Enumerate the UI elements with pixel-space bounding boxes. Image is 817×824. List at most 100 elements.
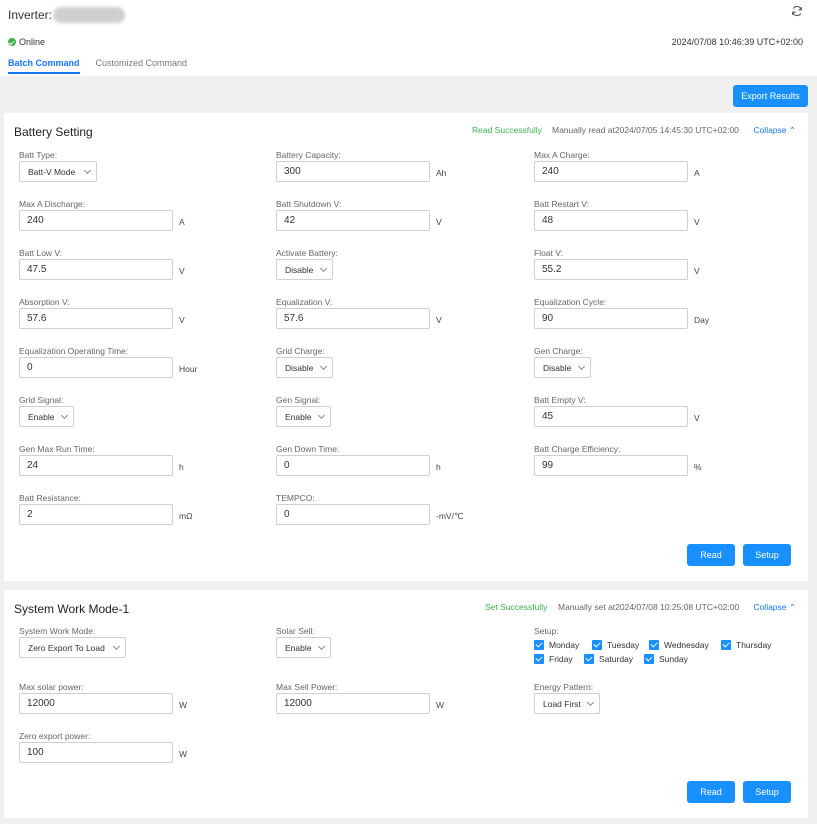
batt-shutdown-v-input[interactable]: 42 [276,210,430,231]
system-work-mode-field: System Work Mode: Zero Export To Load [19,626,126,658]
max-a-charge-input[interactable]: 240 [534,161,688,182]
collapse-label: Collapse [753,602,787,612]
set-status: Set Successfully [485,602,548,612]
checkbox-checked-icon [534,654,544,664]
field-label: Zero export power: [19,731,91,741]
max-solar-power-field: Max solar power: 12000 W [19,682,187,714]
select-value: Zero Export To Load [28,642,105,653]
day-checkbox-wednesday[interactable]: Wednesday [649,640,709,650]
batt-resistance-input[interactable]: 2 [19,504,173,525]
solar-sell-select[interactable]: Enable [276,637,331,658]
float-v-field: Float V: 55.2 V [534,248,700,280]
batt-charge-efficiency-input[interactable]: 99 [534,455,688,476]
chevron-up-icon: ⌃ [786,125,796,135]
batt-low-v-field: Batt Low V: 47.5 V [19,248,185,280]
field-label: Grid Charge: [276,346,325,356]
field-label: Max solar power: [19,682,84,692]
chevron-down-icon [83,166,92,175]
unit-label: % [694,462,702,472]
unit-label: h [436,462,441,472]
refresh-icon[interactable] [791,5,803,17]
battery-setting-card: Battery Setting Read Successfully Manual… [4,113,808,581]
day-checkbox-saturday[interactable]: Saturday [584,654,633,664]
absorption-v-input[interactable]: 57.6 [19,308,173,329]
batt-low-v-input[interactable]: 47.5 [19,259,173,280]
field-label: Batt Restart V: [534,199,589,209]
battery-capacity-field: Battery Capacity: 300 Ah [276,150,446,182]
day-checkbox-friday[interactable]: Friday [534,654,573,664]
max-sell-power-input[interactable]: 12000 [276,693,430,714]
unit-label: W [436,700,445,710]
max-sell-power-field: Max Sell Power: 12000 W [276,682,444,714]
export-results-button[interactable]: Export Results [733,85,808,107]
gen-down-time-input[interactable]: 0 [276,455,430,476]
online-status-text: Online [19,37,46,47]
equalization-cycle-input[interactable]: 90 [534,308,688,329]
field-label: Setup: [534,626,559,636]
collapse-button[interactable]: Collapse ⌃ [753,602,796,613]
grid-charge-select[interactable]: Disable [276,357,333,378]
field-label: Max A Charge: [534,150,590,160]
checkbox-checked-icon [584,654,594,664]
redacted-serial [53,7,126,23]
batt-empty-v-field: Batt Empty V: 45 V [534,395,700,427]
max-a-discharge-input[interactable]: 240 [19,210,173,231]
system-work-mode-select[interactable]: Zero Export To Load [19,637,126,658]
gen-down-time-field: Gen Down Time: 0 h [276,444,441,476]
field-label: System Work Mode: [19,626,96,636]
checkbox-checked-icon [644,654,654,664]
chevron-down-icon [319,264,328,273]
day-checkbox-sunday[interactable]: Sunday [644,654,688,664]
battery-capacity-input[interactable]: 300 [276,161,430,182]
field-label: Equalization Cycle: [534,297,607,307]
online-check-icon [8,38,16,46]
manual-read-time: Manually read at2024/07/05 14:45:30 UTC+… [552,125,739,135]
activate-battery-select[interactable]: Disable [276,259,333,280]
read-button[interactable]: Read [687,781,735,803]
gen-signal-select[interactable]: Enable [276,406,331,427]
read-status: Read Successfully [472,125,542,135]
activate-battery-field: Activate Battery: Disable [276,248,338,280]
field-label: Batt Type: [19,150,58,160]
chevron-down-icon [112,642,121,651]
max-a-discharge-field: Max A Discharge: 240 A [19,199,185,231]
tab-customized-command[interactable]: Customized Command [96,58,188,74]
energy-pattern-select[interactable]: Load First [534,693,600,714]
unit-label: W [179,749,188,759]
collapse-button[interactable]: Collapse ⌃ [753,125,796,136]
tempco-input[interactable]: 0 [276,504,430,525]
select-value: Enable [285,411,312,422]
field-label: Absorption V: [19,297,70,307]
tab-batch-command[interactable]: Batch Command [8,58,80,74]
day-checkbox-thursday[interactable]: Thursday [721,640,771,650]
day-checkbox-tuesday[interactable]: Tuesday [592,640,639,650]
float-v-input[interactable]: 55.2 [534,259,688,280]
unit-label: V [694,266,700,276]
select-value: Batt-V Mode [28,166,76,177]
eq-operating-time-input[interactable]: 0 [19,357,173,378]
read-button[interactable]: Read [687,544,735,566]
setup-button[interactable]: Setup [743,781,791,803]
batt-empty-v-input[interactable]: 45 [534,406,688,427]
field-label: TEMPCO: [276,493,315,503]
unit-label: V [179,315,185,325]
max-solar-power-input[interactable]: 12000 [19,693,173,714]
top-bar: Inverter: Online 2024/07/08 10:46:39 UTC… [0,0,817,76]
field-label: Equalization V: [276,297,333,307]
chevron-down-icon [317,642,326,651]
day-checkbox-monday[interactable]: Monday [534,640,579,650]
day-label: Friday [549,654,573,664]
gen-max-run-time-input[interactable]: 24 [19,455,173,476]
batt-restart-v-input[interactable]: 48 [534,210,688,231]
gen-charge-select[interactable]: Disable [534,357,591,378]
setup-button[interactable]: Setup [743,544,791,566]
grid-charge-field: Grid Charge: Disable [276,346,333,378]
select-value: Load First [543,698,581,709]
zero-export-power-input[interactable]: 100 [19,742,173,763]
field-label: Batt Low V: [19,248,63,258]
equalization-v-input[interactable]: 57.6 [276,308,430,329]
grid-signal-select[interactable]: Enable [19,406,74,427]
batt-resistance-field: Batt Resistance: 2 mΩ [19,493,192,525]
batt-type-field: Batt Type: Batt-V Mode [19,150,97,182]
batt-type-select[interactable]: Batt-V Mode [19,161,97,182]
